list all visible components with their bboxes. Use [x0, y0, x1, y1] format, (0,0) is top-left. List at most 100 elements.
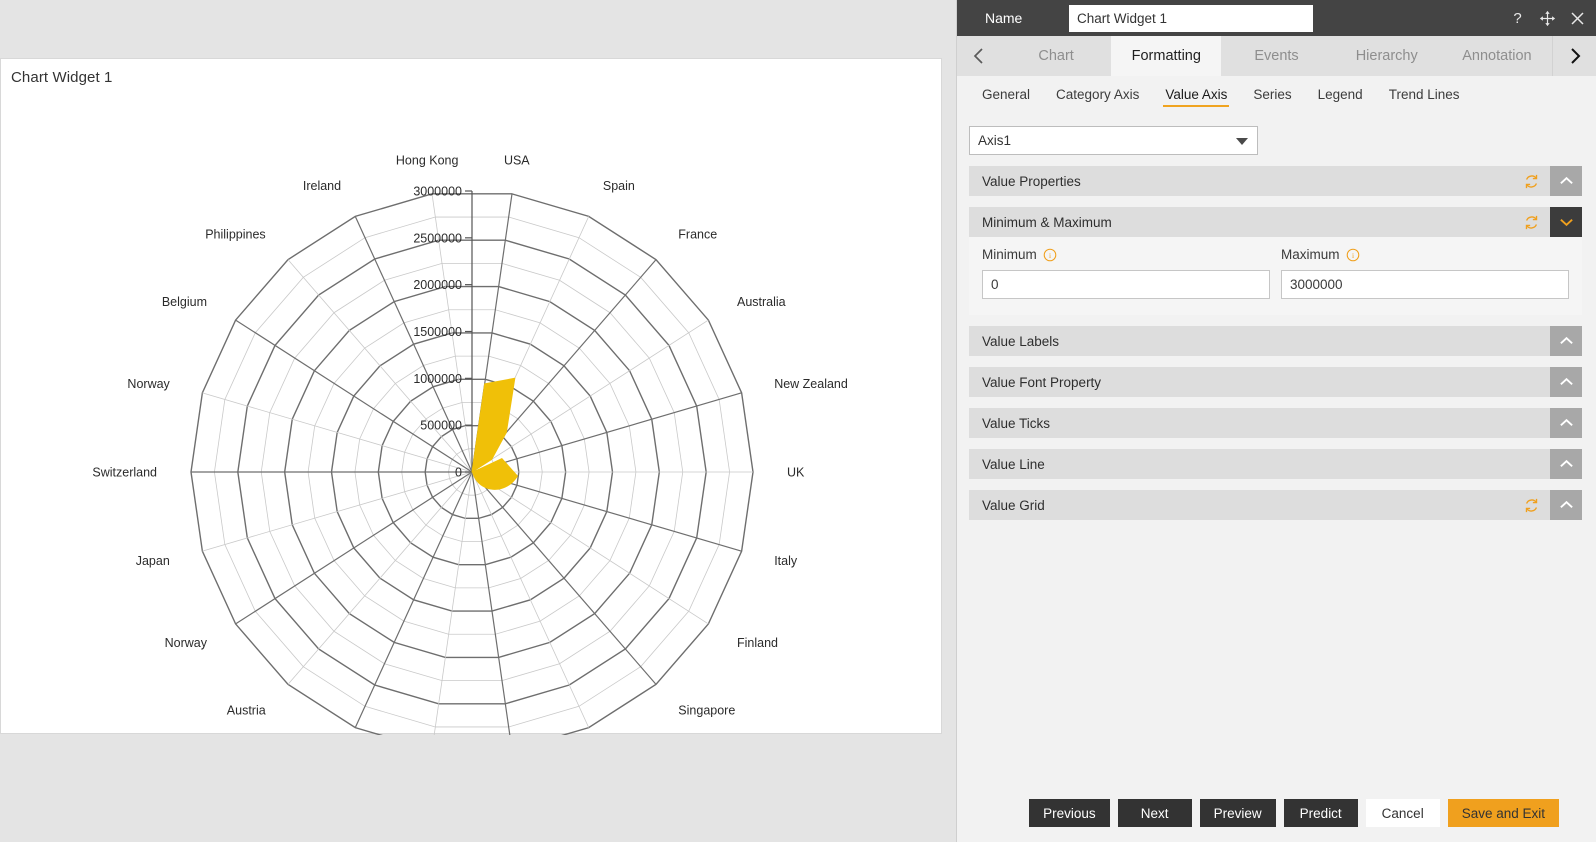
tab-label: Hierarchy [1355, 48, 1418, 64]
section-body-minimum-maximum: Minimum i Maximum i [969, 237, 1582, 315]
minimum-label-text: Minimum [982, 247, 1037, 262]
chevron-down-icon[interactable] [1550, 207, 1582, 237]
section-title: Value Font Property [982, 374, 1102, 390]
section-header-value-labels[interactable]: Value Labels [969, 326, 1582, 356]
section-header-value-ticks[interactable]: Value Ticks [969, 408, 1582, 438]
value-tick-label: 1500000 [413, 325, 462, 339]
predict-button[interactable]: Predict [1283, 799, 1358, 827]
help-icon[interactable]: ? [1509, 10, 1526, 27]
properties-panel: Name ? [956, 0, 1596, 842]
category-label: Hong Kong [396, 154, 459, 168]
save-and-exit-button[interactable]: Save and Exit [1447, 799, 1559, 827]
app-root: Chart Widget 1 USA Spain France Australia Ne… [0, 0, 1596, 842]
tab-label: Formatting [1131, 48, 1201, 64]
info-icon[interactable]: i [1346, 248, 1360, 262]
chart-canvas-area: Chart Widget 1 USA Spain France Australia Ne… [0, 0, 956, 842]
category-label: Norway [127, 377, 170, 391]
section-minimum-maximum: Minimum & Maximum Minimum i Maximum i [969, 207, 1582, 315]
subtab-label: Category Axis [1056, 87, 1140, 102]
name-label: Name [985, 10, 1023, 26]
svg-text:i: i [1049, 251, 1051, 260]
reset-icon[interactable] [1512, 490, 1550, 520]
panel-body: Axis1 Value Properties Minimum & Maximum M… [957, 114, 1596, 520]
category-label: Philippines [205, 227, 265, 241]
tabs-prev-arrow-icon[interactable] [957, 36, 1001, 76]
subtab-trend-lines[interactable]: Trend Lines [1376, 76, 1473, 114]
section-title: Value Ticks [982, 415, 1051, 431]
chevron-up-icon[interactable] [1550, 490, 1582, 520]
widget-name-input[interactable] [1069, 4, 1313, 32]
axis-select-value: Axis1 [978, 133, 1012, 148]
section-value-ticks: Value Ticks [969, 408, 1582, 438]
tab-hierarchy[interactable]: Hierarchy [1332, 36, 1442, 76]
tab-label: Chart [1038, 48, 1074, 64]
section-header-value-grid[interactable]: Value Grid [969, 490, 1582, 520]
subtab-series[interactable]: Series [1240, 76, 1304, 114]
chart-gridlines [190, 190, 754, 735]
chevron-up-icon[interactable] [1550, 367, 1582, 397]
reset-icon[interactable] [1512, 166, 1550, 196]
tab-formatting[interactable]: Formatting [1111, 36, 1222, 76]
previous-button[interactable]: Previous [1029, 799, 1110, 827]
close-icon[interactable] [1569, 10, 1586, 27]
category-label: Norway [165, 636, 208, 650]
section-tools [1550, 326, 1582, 356]
section-header-value-properties[interactable]: Value Properties [969, 166, 1582, 196]
chart-series-area [471, 377, 518, 490]
section-title: Minimum & Maximum [982, 214, 1112, 230]
section-header-minimum-maximum[interactable]: Minimum & Maximum [969, 207, 1582, 237]
section-header-value-font-property[interactable]: Value Font Property [969, 367, 1582, 397]
section-title: Value Grid [982, 497, 1045, 513]
tab-events[interactable]: Events [1221, 36, 1331, 76]
info-icon[interactable]: i [1043, 248, 1057, 262]
chevron-up-icon[interactable] [1550, 166, 1582, 196]
minimum-input[interactable] [982, 270, 1270, 299]
section-tools [1512, 207, 1582, 237]
category-label: USA [504, 154, 530, 168]
minimum-label: Minimum i [982, 247, 1270, 262]
cancel-button[interactable]: Cancel [1365, 799, 1440, 827]
section-title: Value Properties [982, 173, 1081, 189]
header-icon-group: ? [1509, 0, 1586, 36]
category-label: Ireland [303, 179, 341, 193]
value-tick-label: 2500000 [413, 231, 462, 245]
section-tools [1512, 166, 1582, 196]
tab-annotation[interactable]: Annotation [1442, 36, 1552, 76]
main-tab-bar: Chart Formatting Events Hierarchy Annotation [957, 36, 1596, 76]
section-tools [1550, 408, 1582, 438]
tab-list: Chart Formatting Events Hierarchy Annotation [1001, 36, 1552, 76]
category-label: Singapore [678, 704, 735, 718]
category-label: Finland [737, 636, 778, 650]
section-value-labels: Value Labels [969, 326, 1582, 356]
subtab-general[interactable]: General [969, 76, 1043, 114]
maximum-label-text: Maximum [1281, 247, 1340, 262]
category-label: Australia [737, 295, 786, 309]
axis-select[interactable]: Axis1 [969, 126, 1258, 155]
value-tick-label: 1000000 [413, 372, 462, 386]
subtab-label: Value Axis [1165, 87, 1228, 102]
section-header-value-line[interactable]: Value Line [969, 449, 1582, 479]
subtab-category-axis[interactable]: Category Axis [1043, 76, 1152, 114]
subtab-value-axis[interactable]: Value Axis [1152, 76, 1240, 114]
tabs-next-arrow-icon[interactable] [1552, 36, 1596, 76]
chevron-up-icon[interactable] [1550, 326, 1582, 356]
preview-button[interactable]: Preview [1199, 799, 1276, 827]
maximum-input[interactable] [1281, 270, 1569, 299]
sub-tab-bar: General Category Axis Value Axis Series Lege… [957, 76, 1596, 114]
category-label: Spain [603, 179, 635, 193]
chart-widget-card[interactable]: Chart Widget 1 USA Spain France Australia Ne… [0, 58, 942, 735]
section-list: Value Properties Minimum & Maximum Minimum… [969, 166, 1582, 520]
subtab-label: General [982, 87, 1031, 102]
chevron-up-icon[interactable] [1550, 449, 1582, 479]
value-tick-label: 2000000 [413, 278, 462, 292]
chevron-up-icon[interactable] [1550, 408, 1582, 438]
reset-icon[interactable] [1512, 207, 1550, 237]
section-value-grid: Value Grid [969, 490, 1582, 520]
next-button[interactable]: Next [1117, 799, 1192, 827]
section-tools [1550, 367, 1582, 397]
section-title: Value Labels [982, 333, 1060, 349]
move-icon[interactable] [1539, 10, 1556, 27]
subtab-legend[interactable]: Legend [1305, 76, 1376, 114]
section-value-line: Value Line [969, 449, 1582, 479]
tab-chart[interactable]: Chart [1001, 36, 1111, 76]
